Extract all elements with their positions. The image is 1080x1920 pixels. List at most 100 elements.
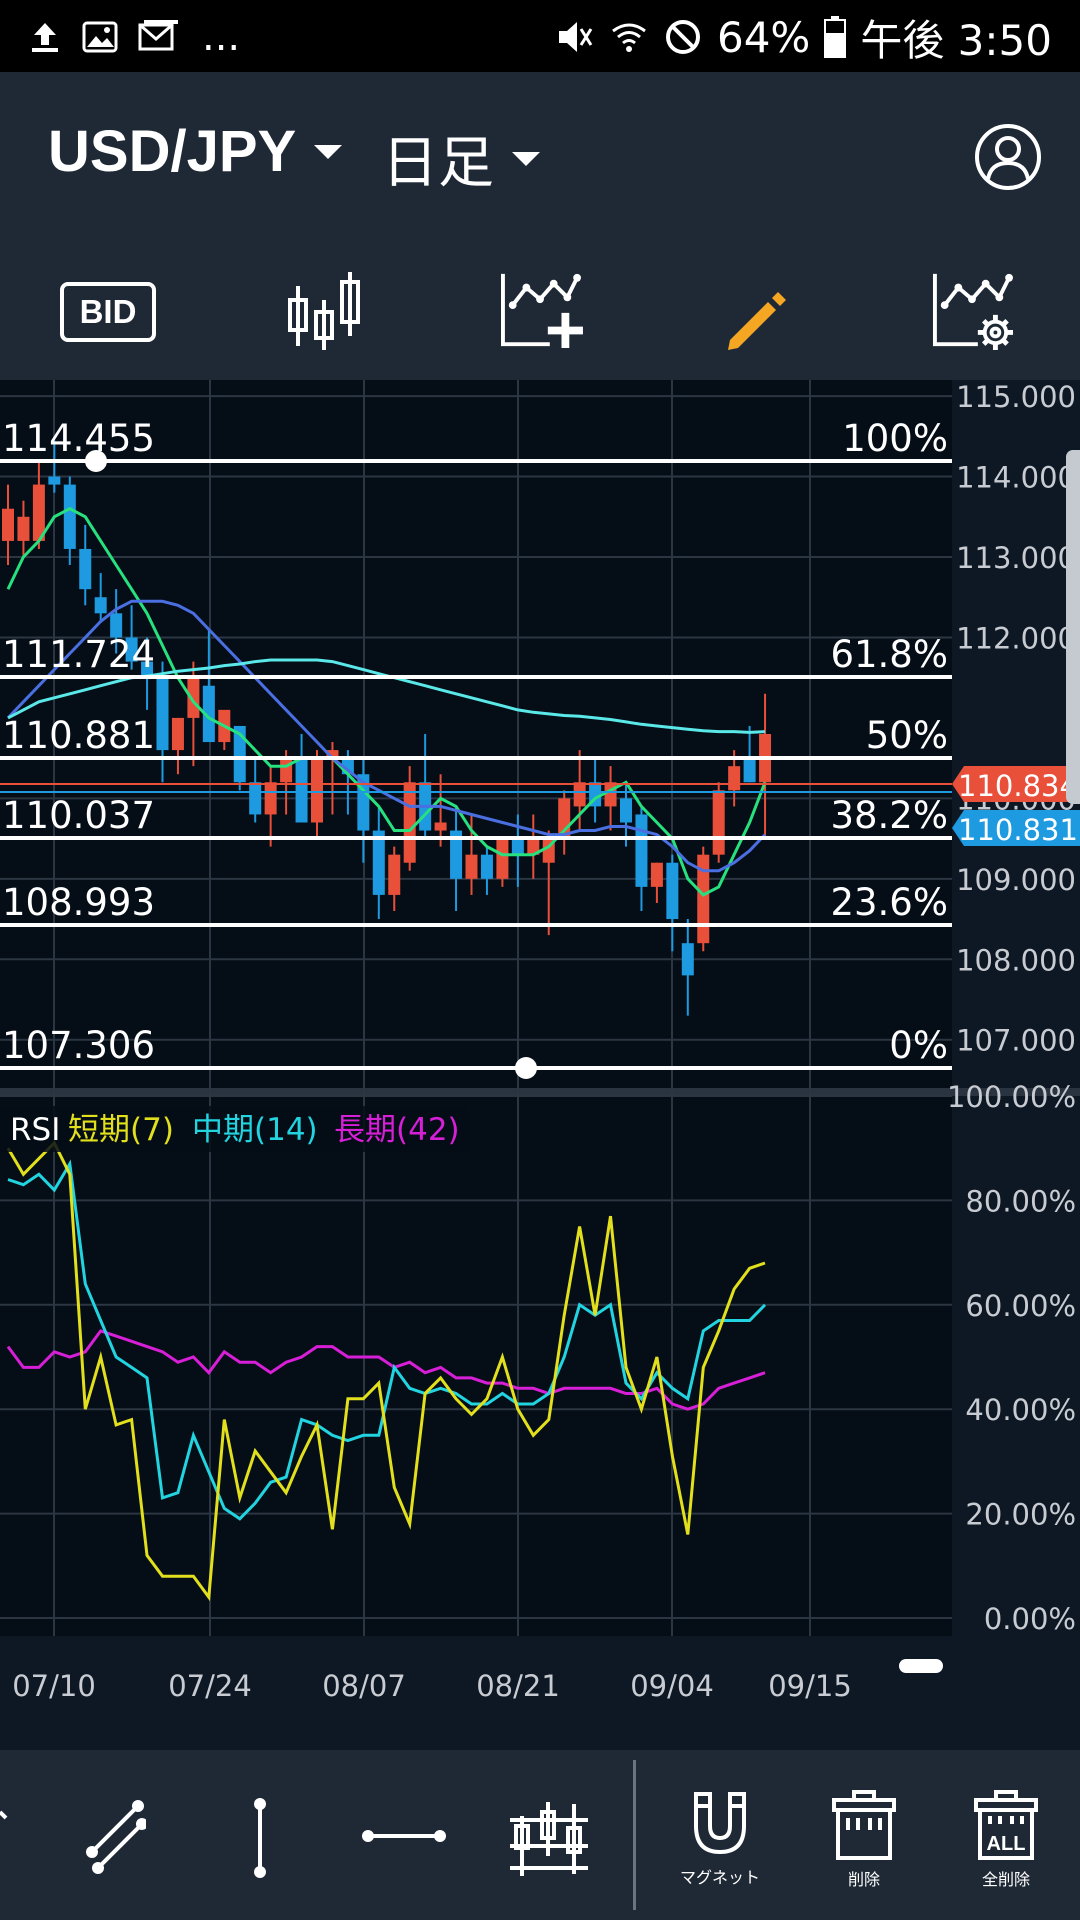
chart-area[interactable]: 07/10 07/24 08/07 08/21 09/04 09/15 115.000 114…: [0, 380, 1080, 1750]
y-tick-label: 112.000: [956, 621, 1076, 655]
x-tick-label: 07/24: [168, 1669, 252, 1703]
image-icon: [82, 21, 118, 53]
y-tick-label: 113.000: [956, 541, 1076, 575]
candle-body: [264, 782, 277, 815]
rsi-y-tick-label: 0.00%: [984, 1602, 1076, 1636]
delete-all-label: 全削除: [981, 1870, 1030, 1889]
fibonacci-level-label: 61.8%: [830, 633, 948, 676]
bid-ask-toggle-button[interactable]: BID: [60, 282, 156, 342]
rsi-y-tick-label: 60.00%: [965, 1289, 1076, 1323]
candle-body: [573, 782, 586, 807]
x-tick-label: 09/15: [768, 1669, 852, 1703]
magnet-icon: [694, 1792, 746, 1855]
x-tick-label: 07/10: [12, 1669, 96, 1703]
mute-icon: [558, 22, 593, 52]
candle-body: [63, 484, 76, 549]
magnet-label: マグネット: [679, 1868, 760, 1887]
period-select[interactable]: 日足: [382, 118, 540, 199]
delete-button[interactable]: 削除: [832, 1790, 896, 1910]
horizontal-line-icon[interactable]: [362, 1828, 446, 1844]
candle-body: [604, 782, 617, 807]
candle-body: [171, 717, 184, 751]
candle-body: [620, 798, 632, 823]
candle-body: [480, 854, 493, 879]
fibonacci-anchor-handle: [85, 450, 107, 472]
do-not-disturb-icon: [665, 20, 700, 54]
price-chart[interactable]: 07/10 07/24 08/07 08/21 09/04 09/15 115.000 114…: [0, 380, 1080, 1750]
candle-body: [635, 814, 648, 887]
rsi-y-tick-label: 20.00%: [965, 1498, 1076, 1532]
candle-body: [728, 766, 741, 791]
trash-icon: [832, 1790, 896, 1860]
candle-body: [311, 758, 323, 823]
x-tick-label: 08/07: [322, 1669, 406, 1703]
rsi-long-label: 長期(42): [334, 1112, 460, 1148]
trash-all-icon: ALL: [974, 1790, 1038, 1860]
x-tick-label: 08/21: [476, 1669, 560, 1703]
bid-price-value: 110.831: [958, 813, 1078, 847]
ask-price-value: 110.834: [958, 769, 1078, 803]
y-tick-label: 114.000: [956, 461, 1076, 495]
candle-body: [249, 782, 262, 815]
delete-all-button[interactable]: ALL 全削除: [974, 1790, 1038, 1910]
fibonacci-price-label: 110.881: [2, 714, 155, 757]
magnet-button[interactable]: マグネット: [680, 1790, 760, 1910]
mail-icon: [138, 20, 178, 51]
wifi-icon: [612, 23, 646, 52]
fibonacci-price-label: 114.455: [2, 417, 155, 460]
fibonacci-level-label: 0%: [889, 1024, 948, 1067]
drawing-toolbar: マグネット 削除 ALL 全削除: [0, 1750, 1080, 1920]
candle-body: [2, 508, 14, 541]
add-indicator-icon[interactable]: [498, 270, 584, 350]
battery-icon: [824, 16, 847, 58]
cursor-icon[interactable]: [0, 1806, 12, 1866]
candle-body: [17, 516, 30, 541]
candle-body: [94, 597, 107, 614]
rsi-y-tick-label: 100.00%: [947, 1080, 1076, 1114]
candle-body: [79, 548, 92, 590]
candle-body: [372, 830, 385, 895]
y-tick-label: 109.000: [956, 863, 1076, 897]
indicator-settings-icon[interactable]: [930, 270, 1014, 350]
candle-body: [403, 782, 416, 863]
time-scroll-handle[interactable]: [899, 1659, 943, 1673]
price-scale-handle[interactable]: [1066, 450, 1080, 804]
candle-body: [712, 790, 725, 855]
pair-label: USD/JPY: [48, 119, 297, 184]
pair-select[interactable]: USD/JPY: [48, 118, 343, 185]
candle-body: [666, 862, 679, 920]
clock: 午後 3:50: [860, 15, 1052, 65]
vertical-line-icon[interactable]: [250, 1798, 270, 1878]
status-overflow: ...: [202, 14, 241, 60]
fibonacci-level-label: 50%: [866, 714, 948, 757]
pencil-icon[interactable]: [724, 280, 788, 360]
candle-body: [388, 854, 401, 895]
period-label: 日足: [382, 131, 494, 196]
fibonacci-price-label: 111.724: [2, 633, 155, 676]
trendline-icon[interactable]: [86, 1798, 146, 1874]
rsi-y-tick-label: 40.00%: [965, 1393, 1076, 1427]
fibonacci-price-label: 107.306: [2, 1024, 155, 1067]
all-badge: ALL: [987, 1833, 1026, 1855]
upload-icon: [32, 23, 58, 52]
y-tick-label: 108.000: [956, 943, 1076, 977]
candle-body: [48, 476, 61, 485]
chevron-down-icon: [314, 144, 343, 159]
battery-percent: 64%: [716, 12, 811, 62]
panel-separator: [0, 1088, 1080, 1096]
y-tick-label: 107.000: [956, 1024, 1076, 1058]
status-bar: ... 64% 午後 3:50: [0, 0, 1080, 72]
candle-body: [511, 838, 524, 855]
user-circle-icon[interactable]: [973, 122, 1043, 192]
rsi-mid-label: 中期(14): [192, 1112, 318, 1148]
candle-body: [743, 758, 756, 783]
candle-body: [434, 822, 447, 831]
fibonacci-icon[interactable]: [508, 1798, 590, 1880]
fibonacci-level-label: 38.2%: [830, 794, 948, 837]
fibonacci-anchor-handle: [515, 1057, 537, 1079]
candle-body: [465, 854, 478, 879]
y-tick-label: 115.000: [956, 380, 1076, 414]
candlestick-icon[interactable]: [286, 272, 362, 352]
fibonacci-level-label: 100%: [842, 417, 948, 460]
candle-body: [496, 838, 509, 879]
